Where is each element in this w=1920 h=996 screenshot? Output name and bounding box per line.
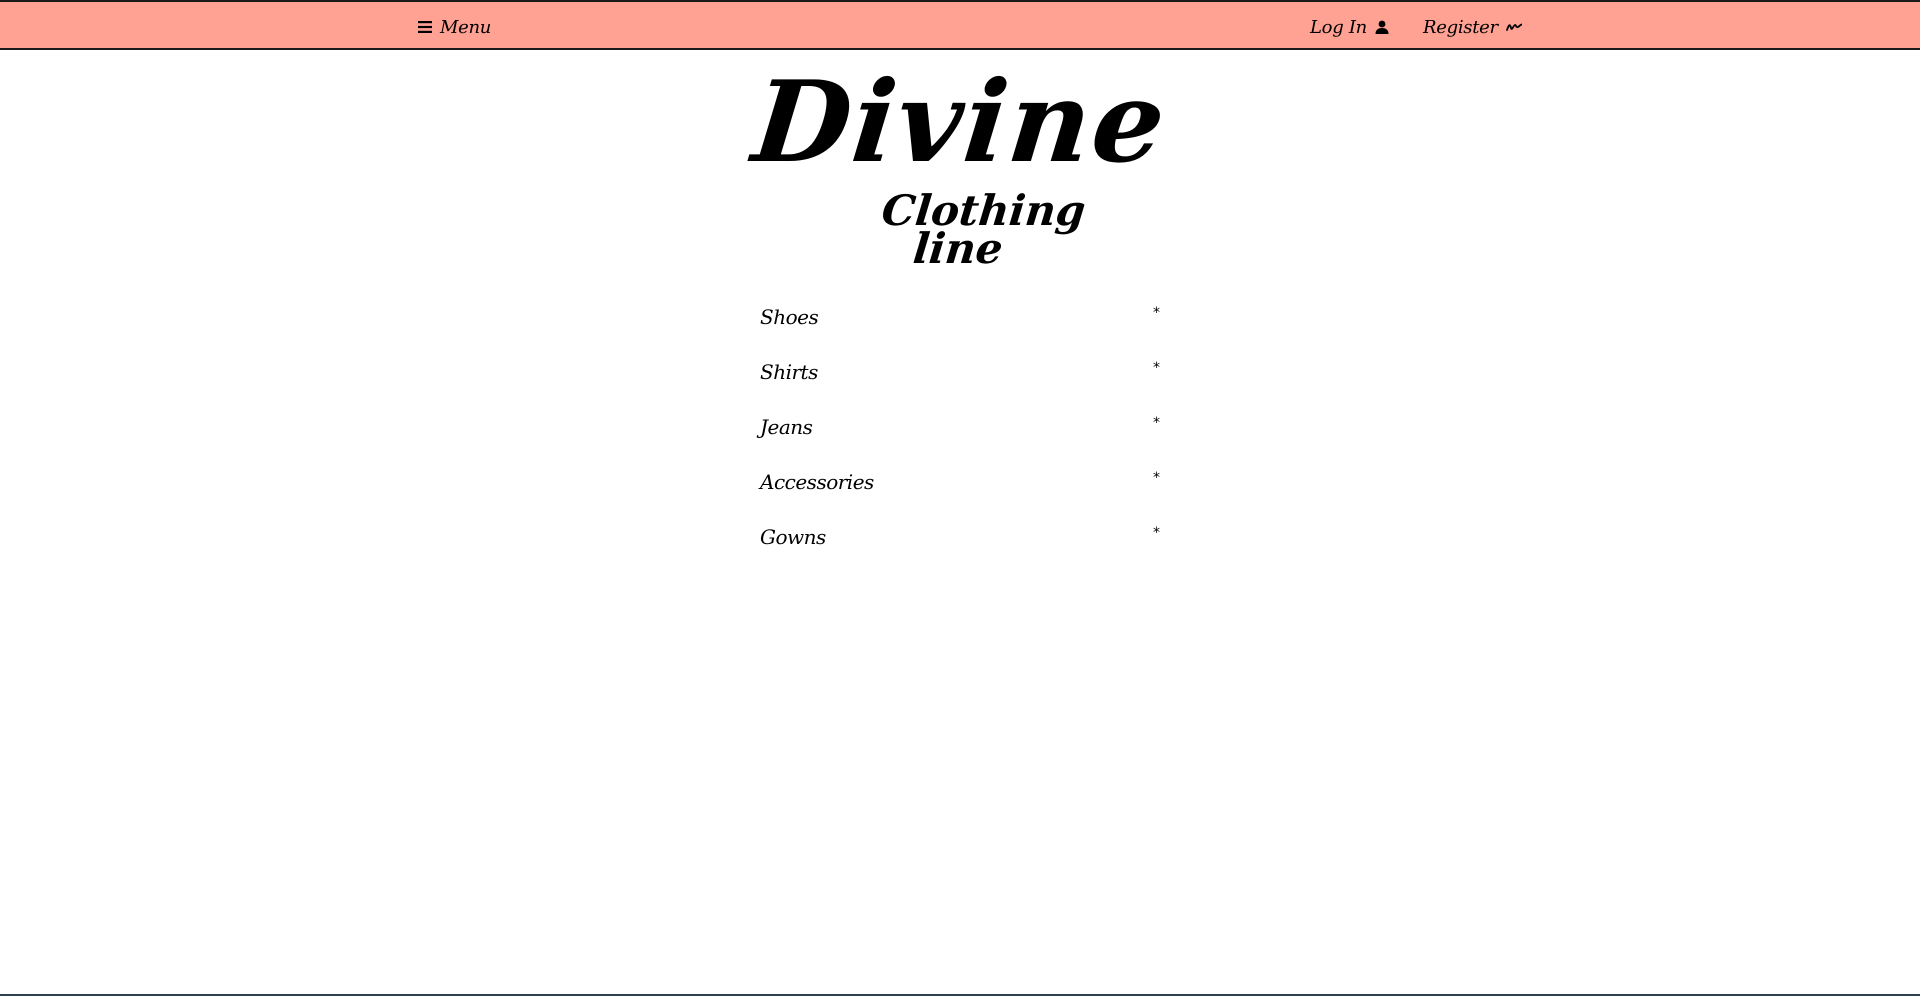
login-label: Log In <box>1310 16 1367 38</box>
category-label: Accessories <box>760 470 874 494</box>
category-label: Jeans <box>760 415 813 439</box>
category-item-gowns[interactable]: Gowns * <box>760 525 1160 580</box>
category-item-jeans[interactable]: Jeans * <box>760 415 1160 470</box>
signature-icon <box>1505 22 1522 32</box>
category-marker: * <box>1153 360 1160 376</box>
category-marker: * <box>1153 305 1160 321</box>
top-nav-bar: Menu Log In Register <box>0 0 1920 50</box>
user-icon <box>1375 20 1389 34</box>
category-label: Gowns <box>760 525 826 549</box>
menu-label: Menu <box>440 16 492 38</box>
brand-subtitle: Clothing line <box>879 186 1088 273</box>
brand-title: Divine <box>747 57 1173 188</box>
category-list: Shoes * Shirts * Jeans * Accessories * G… <box>760 305 1160 580</box>
category-marker: * <box>1153 525 1160 541</box>
menu-button[interactable]: Menu <box>418 14 491 40</box>
category-label: Shoes <box>760 305 819 329</box>
category-item-accessories[interactable]: Accessories * <box>760 470 1160 525</box>
login-link[interactable]: Log In <box>1310 14 1389 40</box>
register-label: Register <box>1423 16 1498 38</box>
hamburger-icon <box>418 21 432 33</box>
category-marker: * <box>1153 470 1160 486</box>
category-item-shirts[interactable]: Shirts * <box>760 360 1160 415</box>
category-label: Shirts <box>760 360 818 384</box>
category-marker: * <box>1153 415 1160 431</box>
category-item-shoes[interactable]: Shoes * <box>760 305 1160 360</box>
register-link[interactable]: Register <box>1423 14 1522 40</box>
